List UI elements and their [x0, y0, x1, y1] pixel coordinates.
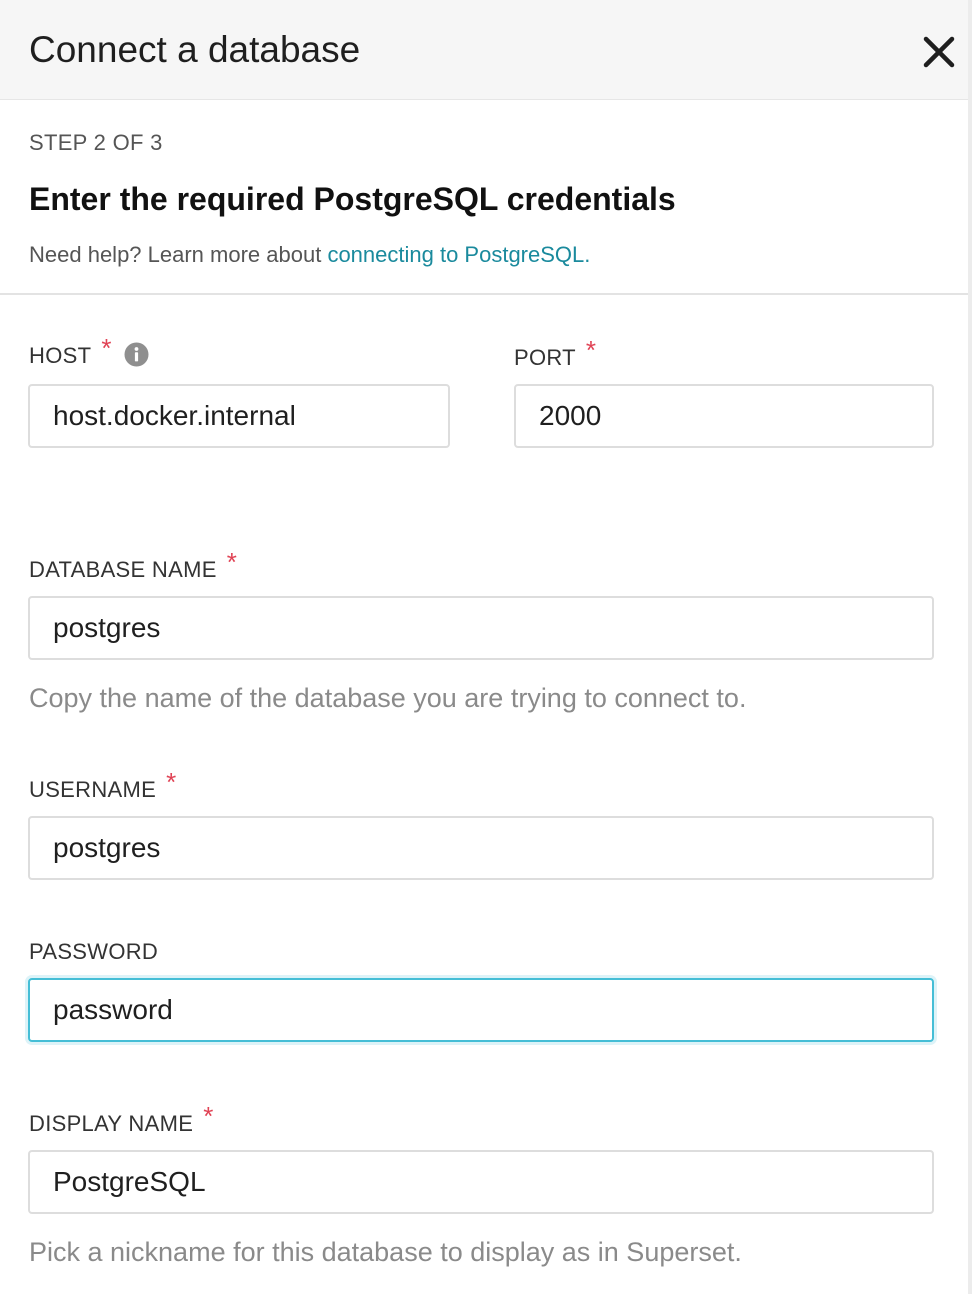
database-name-label-text: DATABASE NAME — [29, 557, 217, 582]
modal-header: Connect a database — [0, 0, 968, 100]
required-star: * — [585, 335, 597, 365]
database-name-helper: Copy the name of the database you are tr… — [29, 683, 747, 713]
database-name-input[interactable] — [28, 596, 934, 660]
close-button[interactable] — [918, 31, 960, 73]
step-header: STEP 2 OF 3 Enter the required PostgreSQ… — [0, 100, 968, 295]
required-star: * — [203, 1101, 214, 1131]
password-label: PASSWORD — [29, 938, 158, 966]
help-text: Need help? Learn more about connecting t… — [29, 241, 590, 269]
username-label: USERNAME * — [29, 768, 177, 804]
port-label: PORT * — [514, 336, 596, 372]
database-name-label: DATABASE NAME * — [29, 548, 237, 584]
help-prefix: Need help? Learn more about — [29, 242, 328, 267]
username-input[interactable] — [28, 816, 934, 880]
required-star: * — [101, 333, 112, 363]
password-input[interactable] — [28, 978, 934, 1042]
port-label-text: PORT — [514, 345, 576, 370]
display-name-input[interactable] — [28, 1150, 934, 1214]
connecting-to-postgresql-link[interactable]: connecting to PostgreSQL. — [327, 242, 590, 267]
required-star: * — [226, 547, 238, 577]
display-name-helper: Pick a nickname for this database to dis… — [29, 1237, 742, 1267]
port-input[interactable] — [514, 384, 934, 448]
step-indicator: STEP 2 OF 3 — [29, 130, 163, 155]
required-star: * — [166, 767, 177, 797]
username-label-text: USERNAME — [29, 777, 157, 802]
display-name-label-text: DISPLAY NAME — [29, 1111, 194, 1136]
connect-database-modal: Connect a database STEP 2 OF 3 Enter the… — [0, 0, 972, 1294]
close-icon — [923, 36, 955, 68]
step-title: Enter the required PostgreSQL credential… — [29, 181, 676, 217]
host-input[interactable] — [28, 384, 450, 448]
modal-title: Connect a database — [29, 29, 361, 70]
info-icon[interactable] — [124, 342, 149, 367]
host-label-text: HOST — [29, 343, 92, 368]
host-label: HOST * — [29, 334, 149, 370]
password-label-text: PASSWORD — [29, 939, 159, 964]
display-name-label: DISPLAY NAME * — [29, 1102, 214, 1138]
